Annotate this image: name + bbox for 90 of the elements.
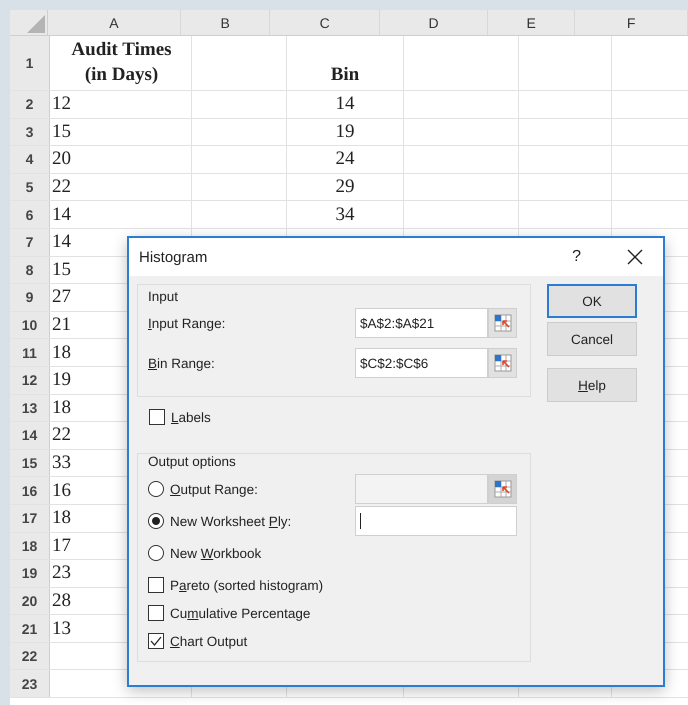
- radio-button[interactable]: [148, 545, 164, 561]
- column-header[interactable]: F: [575, 10, 688, 35]
- row-header[interactable]: 8: [10, 256, 50, 284]
- dialog-button[interactable]: Cancel: [547, 322, 637, 356]
- text-cursor: [360, 513, 361, 529]
- table-cell-text: Bin: [330, 63, 360, 88]
- row-header[interactable]: 13: [10, 394, 50, 422]
- row-header[interactable]: 5: [10, 174, 50, 200]
- checkbox[interactable]: [148, 633, 164, 649]
- table-cell: 22: [52, 424, 71, 446]
- column-header[interactable]: E: [488, 10, 576, 35]
- column-header[interactable]: D: [380, 10, 488, 35]
- range-picker-button[interactable]: [488, 474, 517, 504]
- table-cell: 15: [52, 120, 71, 143]
- row-header[interactable]: 22: [10, 642, 50, 670]
- radio-button[interactable]: [148, 513, 164, 529]
- table-cell: 34: [336, 204, 354, 226]
- table-cell: 21: [52, 314, 71, 336]
- grid-arrow-icon: [494, 480, 512, 498]
- row-header[interactable]: 7: [10, 228, 50, 256]
- table-cell: 17: [52, 534, 71, 557]
- range-picker-button[interactable]: [488, 308, 517, 338]
- checkbox-label: Cumulative Percentage: [170, 606, 310, 620]
- table-cell: 18: [52, 507, 71, 530]
- group-title: Input: [148, 289, 180, 304]
- field-label: Input Range:: [148, 316, 226, 330]
- dialog-title: Histogram: [139, 248, 208, 266]
- table-cell: 14: [52, 204, 71, 226]
- table-cell: 19: [336, 120, 354, 143]
- row-header[interactable]: 23: [10, 670, 50, 698]
- row-header[interactable]: 10: [10, 312, 50, 338]
- checkbox-label: Labels: [171, 410, 211, 424]
- radio-button[interactable]: [148, 481, 164, 497]
- table-cell: 18: [52, 396, 71, 419]
- row-header[interactable]: 16: [10, 477, 50, 504]
- row-header[interactable]: 21: [10, 615, 50, 642]
- range-field[interactable]: $A$2:$A$21: [355, 308, 488, 338]
- row-header[interactable]: 17: [10, 504, 50, 532]
- column-header[interactable]: B: [181, 10, 270, 35]
- row-header[interactable]: 9: [10, 284, 50, 311]
- table-cell: 14: [52, 231, 71, 254]
- radio-label: New Workbook: [170, 546, 262, 560]
- column-header[interactable]: C: [270, 10, 380, 35]
- row-header[interactable]: 12: [10, 366, 50, 394]
- grid-arrow-icon: [494, 314, 512, 332]
- table-cell: 20: [52, 148, 71, 170]
- close-icon[interactable]: [627, 249, 643, 265]
- field-label: Bin Range:: [148, 356, 216, 370]
- row-header[interactable]: 11: [10, 339, 50, 366]
- row-header[interactable]: 19: [10, 560, 50, 587]
- column-header[interactable]: A: [48, 10, 182, 35]
- row-header[interactable]: 4: [10, 146, 50, 173]
- checkbox[interactable]: [149, 409, 165, 425]
- row-header[interactable]: 1: [10, 36, 50, 90]
- table-cell: 27: [52, 286, 71, 308]
- help-button[interactable]: ?: [572, 248, 581, 266]
- checkbox-label: Pareto (sorted histogram): [170, 578, 324, 592]
- dialog-button[interactable]: OK: [547, 284, 637, 318]
- table-cell: 19: [52, 369, 71, 392]
- row-header[interactable]: 14: [10, 422, 50, 449]
- checkbox[interactable]: [148, 577, 164, 593]
- checkbox-label: Chart Output: [170, 634, 248, 648]
- row-header[interactable]: 15: [10, 450, 50, 476]
- table-cell: 28: [52, 590, 71, 612]
- row-header[interactable]: 20: [10, 588, 50, 614]
- range-field[interactable]: $C$2:$C$6: [355, 348, 488, 378]
- group-title: Output options: [148, 454, 237, 469]
- row-header[interactable]: 3: [10, 118, 50, 146]
- table-cell: 29: [336, 176, 354, 198]
- table-cell: 24: [336, 148, 354, 170]
- table-cell: 16: [52, 480, 71, 502]
- row-header[interactable]: 18: [10, 532, 50, 560]
- checkbox[interactable]: [148, 605, 164, 621]
- table-cell: 18: [52, 342, 71, 364]
- table-cell: 23: [52, 562, 71, 584]
- table-cell: 22: [52, 176, 71, 198]
- table-cell: 12: [52, 93, 71, 116]
- table-cell: 33: [52, 452, 71, 474]
- radio-label: Output Range:: [170, 482, 259, 496]
- table-cell-text: Audit Times (in Days): [70, 38, 173, 88]
- row-header[interactable]: 2: [10, 91, 50, 118]
- text-field[interactable]: [355, 506, 517, 536]
- radio-label: New Worksheet Ply:: [170, 514, 292, 528]
- row-header[interactable]: 6: [10, 201, 50, 228]
- table-cell: 15: [52, 258, 71, 281]
- dialog-button[interactable]: Help: [547, 368, 637, 402]
- table-cell: 14: [336, 93, 354, 116]
- table-cell: 13: [52, 618, 71, 640]
- grid-arrow-icon: [494, 354, 512, 372]
- range-picker-button[interactable]: [488, 348, 517, 378]
